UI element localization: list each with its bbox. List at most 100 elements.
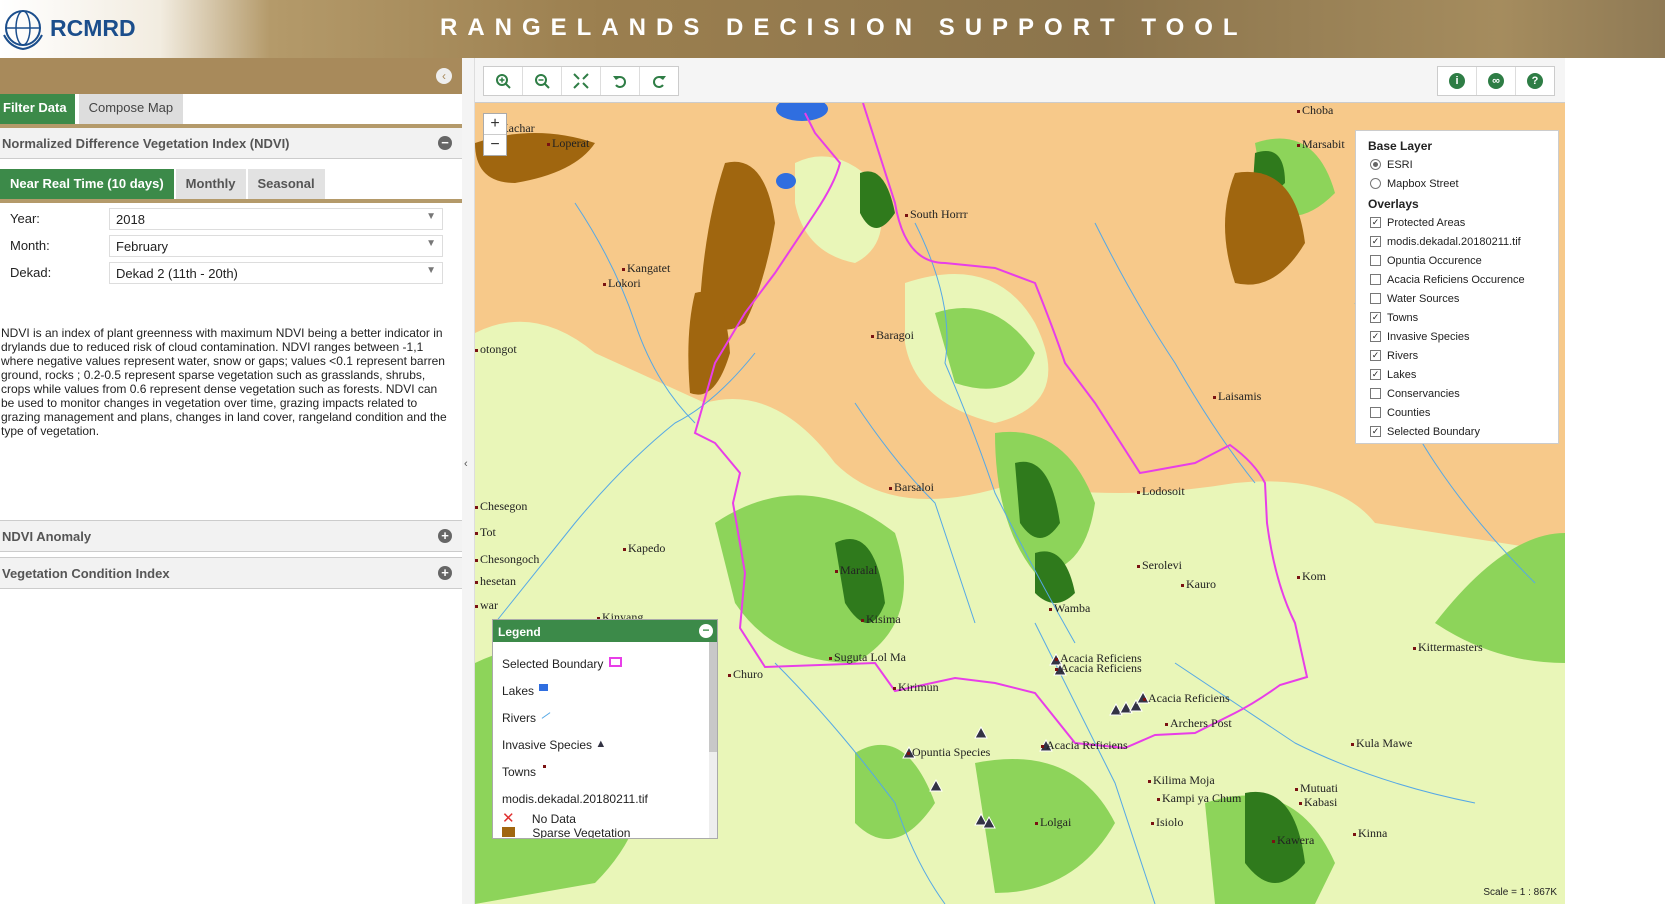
help-icon[interactable]: ? [1516,67,1554,95]
map-view[interactable]: Loperat South Horrr Kangatet Lokori Baragoi M… [475,103,1565,904]
layer-label: Water Sources [1387,292,1460,305]
overlay-option[interactable]: ✓ Selected Boundary [1370,422,1558,441]
radio-button[interactable] [1370,159,1381,170]
zoom-in-icon[interactable] [484,67,523,95]
layer-label: Acacia Reficiens Occurence [1387,273,1525,286]
town-label: Kangatet [622,261,670,276]
checkbox[interactable]: ✓ [1370,217,1381,228]
overlay-option[interactable]: ✓ Rivers [1370,346,1558,365]
collapse-sidebar-button[interactable]: ‹ [436,68,452,84]
town-label: Kom [1297,569,1326,584]
map-zoom-in-button[interactable]: + [484,114,506,135]
radio-button[interactable] [1370,178,1381,189]
ndvi-anomaly-header[interactable]: NDVI Anomaly + [0,520,462,552]
chevron-left-icon[interactable]: ‹ [464,458,468,470]
town-label: Chesongoch [475,552,539,567]
legend-label: Invasive Species [502,738,593,752]
tab-seasonal[interactable]: Seasonal [247,169,325,199]
checkbox[interactable]: ✓ [1370,312,1381,323]
year-value: 2018 [116,212,145,227]
overlay-option[interactable]: Conservancies [1370,384,1558,403]
overlay-option[interactable]: Counties [1370,403,1558,422]
rcmrd-logo[interactable]: RCMRD [0,4,160,52]
base-layer-option[interactable]: Mapbox Street [1370,174,1558,193]
checkbox[interactable] [1370,407,1381,418]
overlay-option[interactable]: Opuntia Occurence [1370,251,1558,270]
undo-icon[interactable] [601,67,640,95]
ndvi-section-header[interactable]: Normalized Difference Vegetation Index (… [0,128,462,159]
zoom-out-icon[interactable] [523,67,562,95]
river-swatch-icon [541,712,551,719]
redo-icon[interactable] [640,67,678,95]
overlay-option[interactable]: ✓ Protected Areas [1370,213,1558,232]
x-icon: ✕ [502,810,515,827]
checkbox[interactable]: ✓ [1370,331,1381,342]
app-title: RANGELANDS DECISION SUPPORT TOOL [440,14,1248,41]
legend-title: Legend [498,625,541,639]
full-extent-icon[interactable] [562,67,601,95]
checkbox[interactable]: ✓ [1370,350,1381,361]
checkbox[interactable] [1370,293,1381,304]
triangle-icon: ▲ [595,738,607,750]
town-label: Opuntia Species [907,745,990,760]
checkbox[interactable]: ✓ [1370,236,1381,247]
map-zoom-out-button[interactable]: − [484,135,506,155]
overlay-option[interactable]: ✓ Towns [1370,308,1558,327]
town-label: Suguta Lol Ma [829,650,906,665]
legend-label: Sparse Vegetation [532,826,631,839]
overlays-title: Overlays [1368,197,1419,211]
dekad-label: Dekad: [10,265,52,280]
overlay-option[interactable]: ✓ modis.dekadal.20180211.tif [1370,232,1558,251]
legend-item-invasive-species: Invasive Species ▲ [502,738,606,752]
app-header: RCMRD RANGELANDS DECISION SUPPORT TOOL [0,0,1665,58]
tab-filter-data[interactable]: Filter Data [0,94,75,124]
lake-shape [776,103,828,121]
dekad-select[interactable]: Dekad 2 (11th - 20th) ▼ [109,262,443,284]
base-layer-option[interactable]: ESRI [1370,155,1558,174]
town-label: Wamba [1049,601,1090,616]
layer-switcher-panel: Base Layer ESRI Mapbox Street Overlays ✓ P… [1355,130,1559,444]
collapse-icon[interactable]: − [438,136,452,150]
tab-near-real-time[interactable]: Near Real Time (10 days) [0,169,174,199]
town-label: Churo [728,667,763,682]
tab-monthly[interactable]: Monthly [175,169,246,199]
info-icon[interactable]: i [1438,67,1477,95]
town-label: war [475,598,498,613]
layer-label: Opuntia Occurence [1387,254,1482,267]
overlay-option[interactable]: Acacia Reficiens Occurence [1370,270,1558,289]
checkbox[interactable]: ✓ [1370,369,1381,380]
legend-label: No Data [531,812,576,826]
town-label: Loperat [547,136,589,151]
boundary-swatch-icon [608,657,622,667]
checkbox[interactable] [1370,274,1381,285]
layer-label: ESRI [1387,158,1413,171]
town-label: Kapedo [623,541,665,556]
town-label: Marsabit [1297,137,1345,152]
overlay-option[interactable]: ✓ Lakes [1370,365,1558,384]
overlay-list: ✓ Protected Areas ✓ modis.dekadal.20180211.… [1356,213,1558,441]
legend-scrollbar[interactable] [709,642,717,838]
sidebar-topbar: ‹ [0,58,462,94]
collapse-legend-button[interactable]: − [699,624,713,638]
vci-header[interactable]: Vegetation Condition Index + [0,557,462,589]
link-icon[interactable]: ∞ [1477,67,1516,95]
month-select[interactable]: February ▼ [109,235,443,257]
overlay-option[interactable]: ✓ Invasive Species [1370,327,1558,346]
town-label: Isiolo [1151,815,1183,830]
checkbox[interactable]: ✓ [1370,426,1381,437]
legend-item-ndvi-raster: modis.dekadal.20180211.tif [502,792,648,806]
year-select[interactable]: 2018 ▼ [109,208,443,230]
expand-icon[interactable]: + [438,529,452,543]
month-value: February [116,239,169,254]
checkbox[interactable] [1370,255,1381,266]
panel-splitter[interactable]: ‹ [462,58,475,904]
tab-compose-map[interactable]: Compose Map [78,94,184,124]
overlay-option[interactable]: Water Sources [1370,289,1558,308]
town-label: Acacia Reficiens [1143,691,1230,706]
vci-title: Vegetation Condition Index [2,566,170,581]
expand-icon[interactable]: + [438,566,452,580]
town-swatch-icon [543,765,547,768]
lake-swatch-icon [539,684,549,691]
town-label: Kauro [1181,577,1216,592]
checkbox[interactable] [1370,388,1381,399]
